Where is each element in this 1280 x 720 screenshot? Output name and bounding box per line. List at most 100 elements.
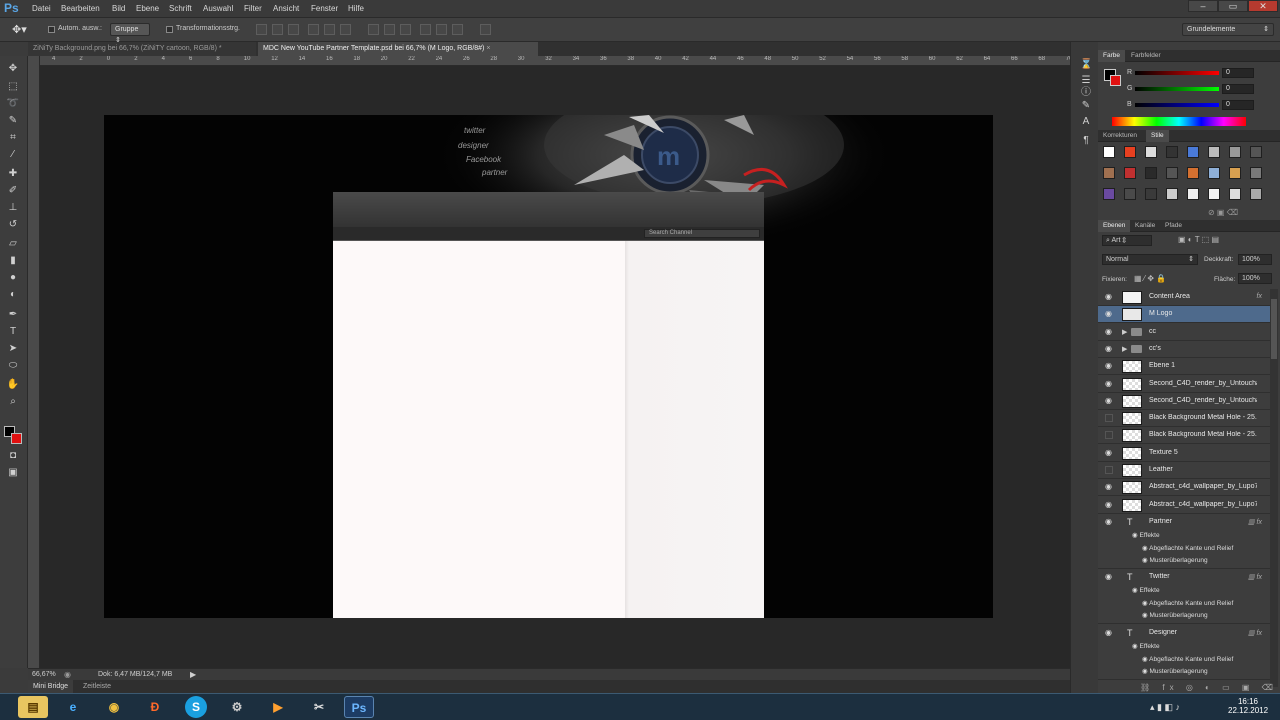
layer-row[interactable]: Black Background Metal Hole - 25...: [1098, 427, 1270, 445]
distribute-hcenter-icon[interactable]: [436, 24, 447, 35]
distribute-left-icon[interactable]: [420, 24, 431, 35]
character-panel-icon[interactable]: A: [1080, 116, 1092, 128]
internet-explorer-icon[interactable]: e: [58, 696, 88, 718]
b-slider[interactable]: [1135, 103, 1219, 107]
distribute-top-icon[interactable]: [368, 24, 379, 35]
style-swatch[interactable]: [1145, 146, 1157, 158]
style-swatch[interactable]: [1187, 146, 1199, 158]
text-layer-row[interactable]: ◉ T Twitter ▥ fx ◉ Effekte ◉ Abgeflachte Kant…: [1098, 569, 1270, 625]
layer-filter-icons[interactable]: ▣ ◐ T ⬚ ▤: [1178, 235, 1219, 244]
fx-icon[interactable]: fx: [1257, 293, 1262, 300]
style-swatch[interactable]: [1208, 167, 1220, 179]
style-swatch[interactable]: [1187, 167, 1199, 179]
skype-icon[interactable]: S: [185, 696, 207, 718]
layer-row[interactable]: Black Background Metal Hole - 25...: [1098, 410, 1270, 428]
dodge-tool-icon[interactable]: ◐: [6, 288, 20, 302]
visibility-eye-icon[interactable]: ◉: [1105, 628, 1113, 637]
close-tab-icon[interactable]: ×: [486, 45, 490, 52]
expand-arrow-icon[interactable]: ▶: [1122, 328, 1127, 336]
style-swatch[interactable]: [1124, 146, 1136, 158]
r-slider[interactable]: [1135, 71, 1219, 75]
zoom-level[interactable]: 66,67%: [32, 671, 56, 678]
g-value[interactable]: 0: [1222, 84, 1254, 94]
healing-tool-icon[interactable]: ✚: [6, 167, 20, 181]
stamp-tool-icon[interactable]: ⊥: [6, 201, 20, 215]
blend-mode-select[interactable]: Normal ⇕: [1102, 254, 1198, 265]
menu-bearbeiten[interactable]: Bearbeiten: [61, 4, 100, 13]
layer-row[interactable]: ◉ Abstract_c4d_wallpaper_by_Lupo7...: [1098, 479, 1270, 497]
layers-footer-icons[interactable]: ⛓ fx ◎ ◐ ▭ ▣ ⌫: [1140, 683, 1278, 692]
menu-fenster[interactable]: Fenster: [311, 4, 338, 13]
brush-panel-icon[interactable]: ✎: [1080, 100, 1092, 112]
paragraph-panel-icon[interactable]: ¶: [1080, 135, 1092, 147]
b-value[interactable]: 0: [1222, 100, 1254, 110]
properties-panel-icon[interactable]: ☰: [1080, 75, 1092, 87]
style-swatch[interactable]: [1250, 167, 1262, 179]
layer-row[interactable]: ◉ Abstract_c4d_wallpaper_by_Lupo7: [1098, 497, 1270, 514]
eyedropper-tool-icon[interactable]: ⁄: [6, 148, 20, 162]
visibility-eye-icon[interactable]: [1105, 414, 1113, 423]
tab-pfade[interactable]: Pfade: [1160, 220, 1187, 232]
tab-stile[interactable]: Stile: [1146, 130, 1169, 142]
style-swatch[interactable]: [1166, 167, 1178, 179]
style-swatch[interactable]: [1124, 188, 1136, 200]
lock-icons[interactable]: ▦ ⁄ ✥ 🔒: [1134, 274, 1166, 283]
align-left-icon[interactable]: [308, 24, 319, 35]
g-slider[interactable]: [1135, 87, 1219, 91]
menu-schrift[interactable]: Schrift: [169, 4, 192, 13]
tab-mdc-template[interactable]: MDC New YouTube Partner Template.psd bei…: [258, 42, 538, 56]
photoshop-taskbar-icon[interactable]: Ps: [344, 696, 374, 718]
layer-row[interactable]: ◉ M Logo: [1098, 306, 1270, 324]
auto-select-checkbox[interactable]: [48, 26, 55, 33]
visibility-eye-icon[interactable]: ◉: [1105, 293, 1113, 301]
align-vcenter-icon[interactable]: [272, 24, 283, 35]
visibility-eye-icon[interactable]: ◉: [1105, 362, 1113, 370]
align-hcenter-icon[interactable]: [324, 24, 335, 35]
visibility-eye-icon[interactable]: ◉: [1105, 396, 1113, 405]
style-swatch[interactable]: [1124, 167, 1136, 179]
expand-arrow-icon[interactable]: ▶: [1122, 345, 1127, 353]
align-top-icon[interactable]: [256, 24, 267, 35]
visibility-eye-icon[interactable]: ◉: [1105, 344, 1113, 353]
tab-mini-bridge[interactable]: Mini Bridge: [28, 680, 74, 693]
info-panel-icon[interactable]: ⓘ: [1080, 87, 1092, 99]
media-player-icon[interactable]: ▶: [263, 696, 293, 718]
marquee-tool-icon[interactable]: ⬚: [6, 80, 20, 94]
fill-input[interactable]: 100%: [1238, 273, 1272, 284]
style-swatch[interactable]: [1229, 146, 1241, 158]
visibility-eye-icon[interactable]: ◉: [1105, 573, 1113, 581]
tab-zeitleiste[interactable]: Zeitleiste: [78, 680, 116, 693]
style-swatch[interactable]: [1250, 188, 1262, 200]
layer-row[interactable]: ◉ ▶ cc: [1098, 324, 1270, 341]
style-swatch[interactable]: [1145, 188, 1157, 200]
text-layer-row[interactable]: ◉ T Designer ▥ fx ◉ Effekte ◉ Abgeflachte Kan…: [1098, 625, 1270, 680]
visibility-eye-icon[interactable]: ◉: [1105, 310, 1113, 318]
style-swatch[interactable]: [1187, 188, 1199, 200]
tool-app-icon[interactable]: ✂: [304, 696, 334, 718]
style-swatch[interactable]: [1103, 146, 1115, 158]
visibility-eye-icon[interactable]: ◉: [1105, 517, 1113, 526]
pen-tool-icon[interactable]: ✒: [6, 308, 20, 322]
layer-row[interactable]: Leather: [1098, 462, 1270, 479]
layer-row[interactable]: ◉ Texture 5: [1098, 445, 1270, 462]
workspace-select[interactable]: Grundelemente ⇕: [1182, 23, 1274, 36]
explorer-icon[interactable]: ▤: [18, 696, 48, 718]
history-brush-icon[interactable]: ↺: [6, 218, 20, 232]
layer-row[interactable]: ◉ Second_C4D_render_by_Untoucha...: [1098, 393, 1270, 410]
tray-clock[interactable]: 16:16 22.12.2012: [1228, 697, 1268, 715]
text-layer-row[interactable]: ◉ T Partner ▥ fx ◉ Effekte ◉ Abgeflachte Kant…: [1098, 514, 1270, 569]
distribute-bottom-icon[interactable]: [400, 24, 411, 35]
visibility-eye-icon[interactable]: ◉: [1105, 483, 1113, 491]
auto-align-icon[interactable]: [480, 24, 491, 35]
history-panel-icon[interactable]: ⌛: [1080, 59, 1092, 71]
dlc-app-icon[interactable]: Ð: [140, 696, 170, 718]
move-tool-icon[interactable]: ✥: [6, 62, 20, 76]
menu-bild[interactable]: Bild: [112, 4, 125, 13]
menu-ansicht[interactable]: Ansicht: [273, 4, 299, 13]
steam-icon[interactable]: ⚙: [222, 696, 252, 718]
visibility-eye-icon[interactable]: ◉: [1105, 327, 1113, 336]
style-swatch[interactable]: [1145, 167, 1157, 179]
align-right-icon[interactable]: [340, 24, 351, 35]
layers-scrollbar[interactable]: [1270, 289, 1278, 687]
quick-mask-icon[interactable]: ◘: [6, 449, 20, 463]
